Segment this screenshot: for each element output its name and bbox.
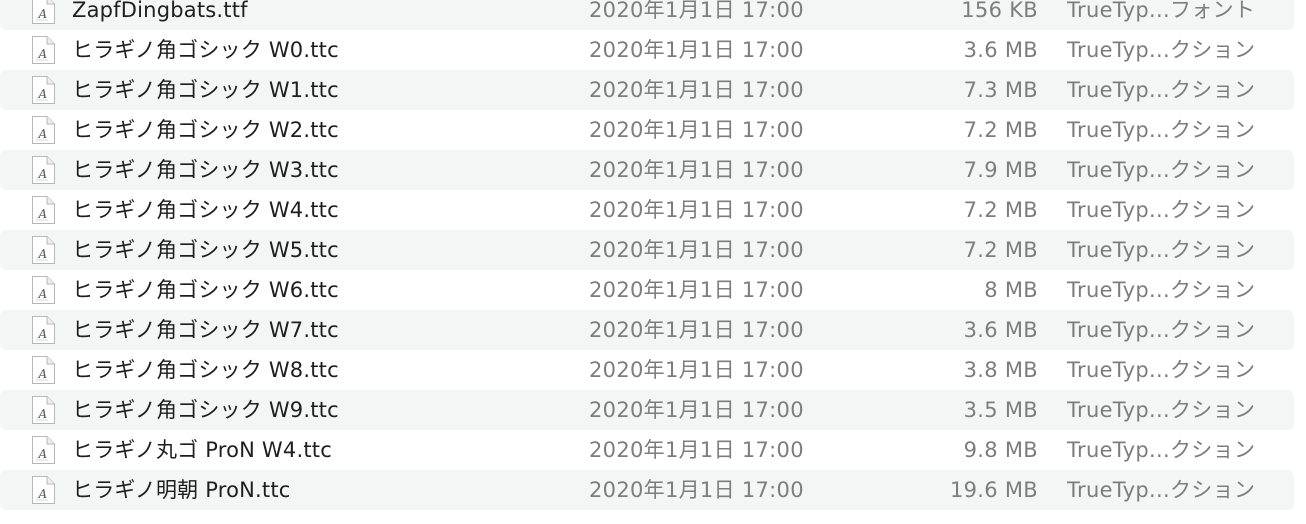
file-size: 3.6 MB [963, 38, 1038, 62]
file-kind: TrueTyp...クション [1067, 358, 1256, 382]
font-file-icon: A [31, 35, 56, 65]
file-size: 9.8 MB [963, 438, 1038, 462]
file-kind: TrueTyp...クション [1067, 438, 1256, 462]
font-file-icon: A [31, 75, 56, 105]
font-file-icon: A [31, 195, 56, 225]
file-name: ヒラギノ角ゴシック W8.ttc [72, 358, 339, 382]
file-size: 3.8 MB [963, 358, 1038, 382]
file-row[interactable]: A ヒラギノ角ゴシック W6.ttc 2020年1月1日 17:00 8 MB … [0, 270, 1294, 310]
file-kind: TrueTyp...クション [1067, 78, 1256, 102]
svg-text:A: A [38, 407, 48, 421]
file-name: ヒラギノ角ゴシック W5.ttc [72, 238, 339, 262]
font-file-icon: A [31, 155, 56, 185]
file-name: ヒラギノ角ゴシック W2.ttc [72, 118, 339, 142]
file-size: 7.2 MB [963, 238, 1038, 262]
svg-text:A: A [38, 287, 48, 301]
file-kind: TrueTyp...クション [1067, 398, 1256, 422]
file-kind: TrueTyp...クション [1067, 478, 1256, 502]
file-row[interactable]: A ZapfDingbats.ttf 2020年1月1日 17:00 156 K… [0, 0, 1294, 30]
file-name: ヒラギノ丸ゴ ProN W4.ttc [72, 438, 332, 462]
svg-text:A: A [38, 327, 48, 341]
file-date-modified: 2020年1月1日 17:00 [589, 238, 804, 262]
file-row[interactable]: A ヒラギノ角ゴシック W1.ttc 2020年1月1日 17:00 7.3 M… [0, 70, 1294, 110]
file-name: ヒラギノ明朝 ProN.ttc [72, 478, 291, 502]
font-file-icon: A [31, 315, 56, 345]
file-row[interactable]: A ヒラギノ角ゴシック W3.ttc 2020年1月1日 17:00 7.9 M… [0, 150, 1294, 190]
file-name: ヒラギノ角ゴシック W7.ttc [72, 318, 339, 342]
svg-text:A: A [38, 207, 48, 221]
svg-text:A: A [38, 247, 48, 261]
file-name: ZapfDingbats.ttf [72, 0, 248, 22]
file-kind: TrueTyp...クション [1067, 158, 1256, 182]
font-file-icon: A [31, 0, 56, 25]
svg-text:A: A [38, 87, 48, 101]
file-date-modified: 2020年1月1日 17:00 [589, 358, 804, 382]
font-file-icon: A [31, 235, 56, 265]
font-file-icon: A [31, 115, 56, 145]
file-size: 156 KB [961, 0, 1038, 22]
file-size: 7.3 MB [963, 78, 1038, 102]
svg-text:A: A [38, 127, 48, 141]
file-kind: TrueTyp...クション [1067, 238, 1256, 262]
file-date-modified: 2020年1月1日 17:00 [589, 438, 804, 462]
file-name: ヒラギノ角ゴシック W9.ttc [72, 398, 339, 422]
file-date-modified: 2020年1月1日 17:00 [589, 318, 804, 342]
svg-text:A: A [38, 447, 48, 461]
file-row[interactable]: A ヒラギノ角ゴシック W2.ttc 2020年1月1日 17:00 7.2 M… [0, 110, 1294, 150]
file-kind: TrueTyp...クション [1067, 38, 1256, 62]
file-row[interactable]: A ヒラギノ角ゴシック W8.ttc 2020年1月1日 17:00 3.8 M… [0, 350, 1294, 390]
file-size: 7.2 MB [963, 118, 1038, 142]
file-row[interactable]: A ヒラギノ角ゴシック W9.ttc 2020年1月1日 17:00 3.5 M… [0, 390, 1294, 430]
file-kind: TrueTyp...クション [1067, 118, 1256, 142]
file-date-modified: 2020年1月1日 17:00 [589, 478, 804, 502]
file-date-modified: 2020年1月1日 17:00 [589, 398, 804, 422]
file-kind: TrueTyp...クション [1067, 318, 1256, 342]
file-kind: TrueTyp...クション [1067, 278, 1256, 302]
file-size: 7.2 MB [963, 198, 1038, 222]
file-size: 3.6 MB [963, 318, 1038, 342]
file-name: ヒラギノ角ゴシック W3.ttc [72, 158, 339, 182]
file-name: ヒラギノ角ゴシック W4.ttc [72, 198, 339, 222]
file-row[interactable]: A ヒラギノ明朝 ProN.ttc 2020年1月1日 17:00 19.6 M… [0, 470, 1294, 510]
file-row[interactable]: A ヒラギノ角ゴシック W0.ttc 2020年1月1日 17:00 3.6 M… [0, 30, 1294, 70]
file-date-modified: 2020年1月1日 17:00 [589, 158, 804, 182]
file-date-modified: 2020年1月1日 17:00 [589, 78, 804, 102]
svg-text:A: A [38, 367, 48, 381]
font-file-icon: A [31, 355, 56, 385]
file-row[interactable]: A ヒラギノ丸ゴ ProN W4.ttc 2020年1月1日 17:00 9.8… [0, 430, 1294, 470]
file-date-modified: 2020年1月1日 17:00 [589, 0, 804, 22]
file-row[interactable]: A ヒラギノ角ゴシック W5.ttc 2020年1月1日 17:00 7.2 M… [0, 230, 1294, 270]
file-name: ヒラギノ角ゴシック W1.ttc [72, 78, 339, 102]
svg-text:A: A [38, 487, 48, 501]
font-file-icon: A [31, 435, 56, 465]
file-name: ヒラギノ角ゴシック W6.ttc [72, 278, 339, 302]
file-date-modified: 2020年1月1日 17:00 [589, 118, 804, 142]
font-file-icon: A [31, 475, 56, 505]
file-row[interactable]: A ヒラギノ角ゴシック W4.ttc 2020年1月1日 17:00 7.2 M… [0, 190, 1294, 230]
file-name: ヒラギノ角ゴシック W0.ttc [72, 38, 339, 62]
svg-text:A: A [38, 47, 48, 61]
svg-text:A: A [38, 7, 48, 21]
font-file-icon: A [31, 275, 56, 305]
file-kind: TrueTyp...フォント [1067, 0, 1256, 22]
file-size: 19.6 MB [949, 478, 1038, 502]
file-list: A ZapfDingbats.ttf 2020年1月1日 17:00 156 K… [0, 0, 1306, 510]
file-date-modified: 2020年1月1日 17:00 [589, 38, 804, 62]
file-date-modified: 2020年1月1日 17:00 [589, 198, 804, 222]
file-size: 7.9 MB [963, 158, 1038, 182]
file-row[interactable]: A ヒラギノ角ゴシック W7.ttc 2020年1月1日 17:00 3.6 M… [0, 310, 1294, 350]
file-kind: TrueTyp...クション [1067, 198, 1256, 222]
file-size: 3.5 MB [963, 398, 1038, 422]
file-date-modified: 2020年1月1日 17:00 [589, 278, 804, 302]
file-size: 8 MB [984, 278, 1038, 302]
svg-text:A: A [38, 167, 48, 181]
font-file-icon: A [31, 395, 56, 425]
